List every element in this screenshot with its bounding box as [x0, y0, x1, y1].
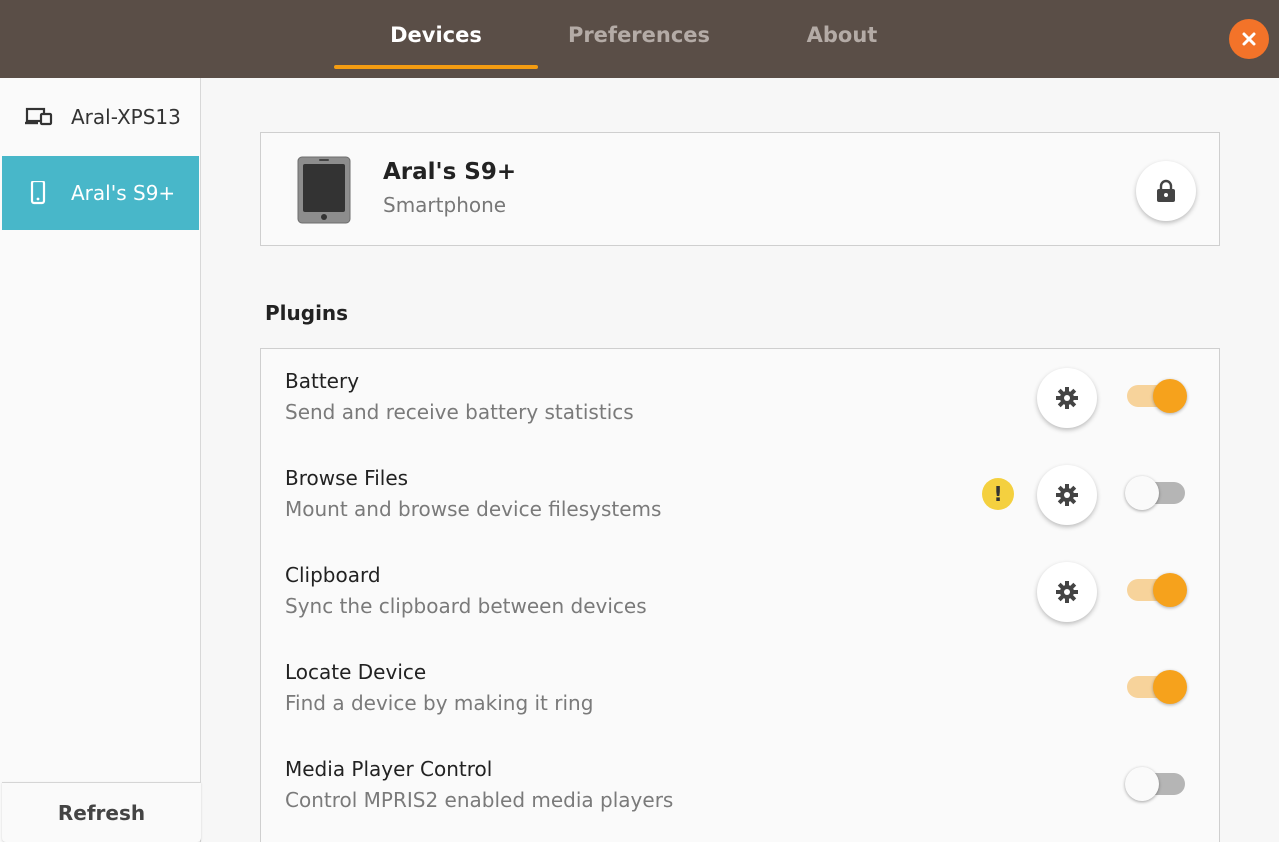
plugins-list: Battery Send and receive battery statist…	[260, 348, 1220, 842]
plugin-description: Send and receive battery statistics	[285, 400, 634, 424]
plugin-name: Media Player Control	[285, 757, 493, 781]
plugin-name: Browse Files	[285, 466, 409, 490]
header-bar: Devices Preferences About	[0, 0, 1279, 78]
tab-about[interactable]: About	[790, 0, 894, 70]
tablet-device-icon	[297, 156, 351, 224]
active-tab-indicator	[334, 65, 538, 69]
gear-icon	[1056, 387, 1078, 409]
plugin-description: Control MPRIS2 enabled media players	[285, 788, 674, 812]
battery-toggle[interactable]	[1127, 379, 1187, 413]
device-type: Smartphone	[383, 193, 507, 217]
plugin-row-locate-device: Locate Device Find a device by making it…	[261, 640, 1219, 737]
device-card: Aral's S9+ Smartphone	[260, 132, 1220, 246]
refresh-button[interactable]: Refresh	[2, 782, 201, 842]
plugin-row-media-player-control: Media Player Control Control MPRIS2 enab…	[261, 737, 1219, 834]
toggle-knob	[1153, 379, 1187, 413]
plugin-description: Sync the clipboard between devices	[285, 594, 647, 618]
sidebar-item-aral-xps13[interactable]: Aral-XPS13	[2, 80, 199, 154]
close-icon	[1242, 32, 1256, 46]
toggle-knob	[1153, 573, 1187, 607]
toggle-knob	[1153, 670, 1187, 704]
plugin-name: Locate Device	[285, 660, 427, 684]
sidebar-item-label: Aral-XPS13	[71, 105, 181, 129]
browse-files-toggle[interactable]	[1125, 476, 1185, 510]
smartphone-icon	[30, 181, 46, 205]
lock-icon	[1157, 179, 1175, 202]
plugin-name: Clipboard	[285, 563, 381, 587]
device-name: Aral's S9+	[383, 159, 517, 185]
device-sidebar: Aral-XPS13 Aral's S9+ Refresh	[0, 78, 201, 842]
warning-icon: !	[982, 478, 1014, 510]
pair-lock-button[interactable]	[1136, 161, 1196, 221]
clipboard-settings-button[interactable]	[1037, 562, 1097, 622]
tab-preferences[interactable]: Preferences	[560, 0, 718, 70]
media-player-control-toggle[interactable]	[1125, 767, 1185, 801]
toggle-knob	[1125, 767, 1159, 801]
plugin-row-clipboard: Clipboard Sync the clipboard between dev…	[261, 543, 1219, 640]
locate-device-toggle[interactable]	[1127, 670, 1187, 704]
sidebar-item-label: Aral's S9+	[71, 181, 176, 205]
sidebar-item-arals-s9[interactable]: Aral's S9+	[2, 156, 199, 230]
plugin-row-browse-files: Browse Files Mount and browse device fil…	[261, 446, 1219, 543]
clipboard-toggle[interactable]	[1127, 573, 1187, 607]
close-button[interactable]	[1229, 19, 1269, 59]
plugin-name: Battery	[285, 369, 360, 393]
battery-settings-button[interactable]	[1037, 368, 1097, 428]
plugin-description: Mount and browse device filesystems	[285, 497, 662, 521]
plugin-row-battery: Battery Send and receive battery statist…	[261, 349, 1219, 446]
tab-devices[interactable]: Devices	[334, 0, 538, 70]
gear-icon	[1056, 581, 1078, 603]
plugin-description: Find a device by making it ring	[285, 691, 594, 715]
laptop-phone-icon	[25, 107, 53, 126]
plugins-heading: Plugins	[265, 301, 349, 325]
gear-icon	[1056, 484, 1078, 506]
toggle-knob	[1125, 476, 1159, 510]
browse-files-settings-button[interactable]	[1037, 465, 1097, 525]
